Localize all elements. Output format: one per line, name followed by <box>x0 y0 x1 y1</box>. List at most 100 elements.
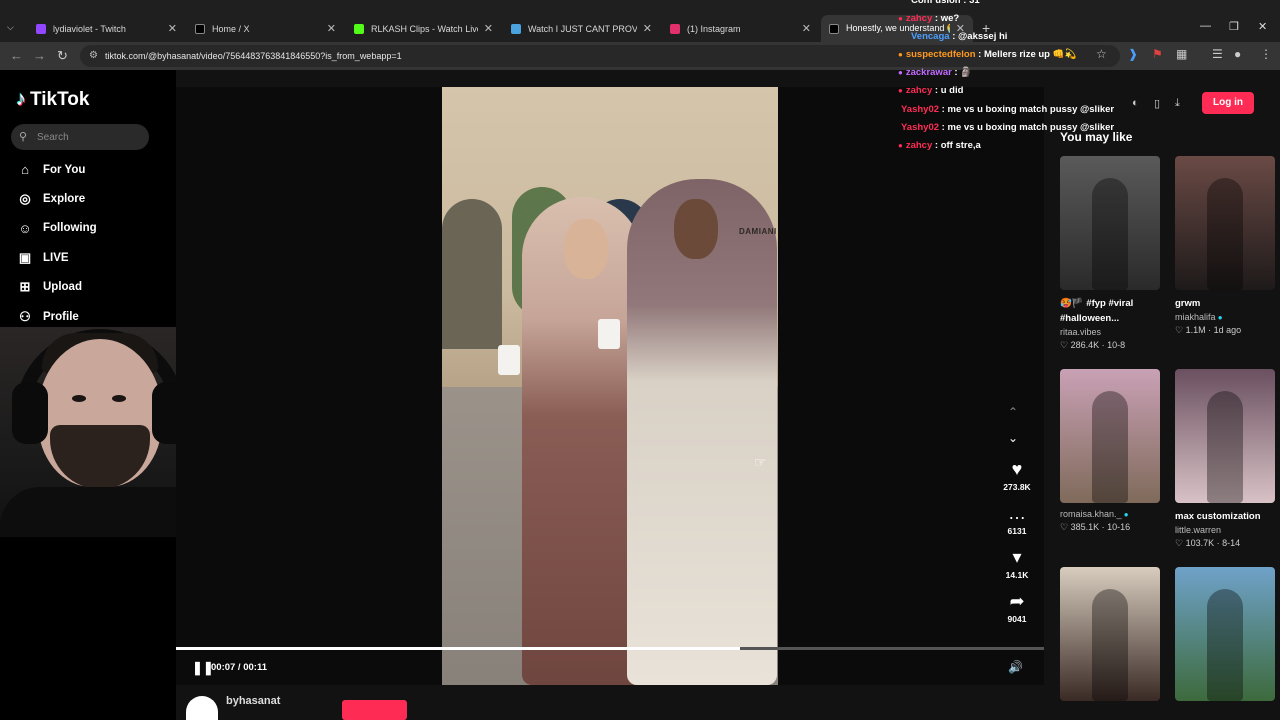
bookmark-icon[interactable]: ▾ <box>994 547 1040 567</box>
verified-badge-icon: ● <box>1215 313 1223 322</box>
extensions-puzzle-icon[interactable]: ▦ <box>1176 47 1187 61</box>
creator-username[interactable]: romaisa.khan._ ● <box>1060 509 1160 519</box>
profile-avatar-icon[interactable]: ● <box>1234 47 1241 61</box>
tab-close-icon[interactable]: ✕ <box>484 22 493 35</box>
heart-action[interactable]: ♥ 273.8K <box>994 459 1040 492</box>
video-meta: ♡ 103.7K · 8-14 <box>1175 538 1241 548</box>
author-name[interactable]: byhasanat <box>226 695 280 707</box>
chat-text: we? <box>940 13 960 24</box>
follow-button[interactable] <box>342 700 407 720</box>
site-info-icon[interactable]: ⚙ <box>89 50 98 61</box>
video-thumbnail[interactable] <box>1060 156 1160 290</box>
tiktok-page: ♪ TikTok ⚲ Search ⌂ For You ◎ Explore ☺ Follo… <box>0 70 1280 720</box>
comment-count: 6131 <box>1007 526 1027 536</box>
reading-list-icon[interactable]: ☰ <box>1212 47 1223 61</box>
recommended-video-card[interactable]: romaisa.khan._ ● ♡ 385.1K · 10-16 <box>1060 369 1160 533</box>
chat-badge-icon: ● <box>898 68 903 77</box>
author-avatar[interactable] <box>186 696 218 720</box>
person-icon: ☺ <box>18 220 32 236</box>
creator-username[interactable]: miakhalifa ● <box>1175 312 1275 322</box>
browser-tab-bar: ⌵ lydiaviolet - Twitch ✕ Home / X ✕ RLKASH C… <box>0 0 1280 42</box>
extension-icon[interactable]: ⚑ <box>1152 47 1163 61</box>
chat-badge-icon: ● <box>898 141 903 150</box>
video-thumbnail[interactable] <box>1175 567 1275 701</box>
close-window-icon[interactable]: ✕ <box>1258 20 1267 33</box>
creator-username[interactable]: ritaa.vibes <box>1060 327 1160 337</box>
heart-icon[interactable]: ♥ <box>994 459 1040 479</box>
share-action[interactable]: ➦ 9041 <box>994 591 1040 624</box>
comment-icon[interactable]: … <box>994 503 1040 523</box>
video-thumbnail[interactable] <box>1060 369 1160 503</box>
tiktok-note-icon: ♪ <box>16 88 26 110</box>
recommended-video-card[interactable]: grwm miakhalifa ● ♡ 1.1M · 1d ago <box>1175 156 1275 336</box>
logo-text: TikTok <box>30 88 90 110</box>
sidebar-item-profile[interactable]: ⚇ Profile <box>16 309 79 325</box>
next-video-icon[interactable]: ⌄ <box>1008 431 1018 445</box>
previous-video-icon[interactable]: ⌃ <box>1008 405 1018 419</box>
chat-text: @akssej hi <box>958 31 1008 42</box>
chat-badge-icon: ● <box>898 50 903 59</box>
progress-bar[interactable] <box>176 647 1044 650</box>
sidebar-item-upload[interactable]: ⊞ Upload <box>16 279 82 295</box>
browser-tab[interactable]: Home / X ✕ <box>187 15 344 42</box>
browser-tab[interactable]: Watch I JUST CANT PROVE IT | ✕ <box>503 15 660 42</box>
reload-icon[interactable]: ↻ <box>57 48 68 64</box>
video-thumbnail[interactable] <box>1060 567 1160 701</box>
video-frame[interactable]: DAMIANI <box>442 87 778 685</box>
browser-tab[interactable]: RLKASH Clips - Watch Live on K ✕ <box>346 15 501 42</box>
share-icon[interactable]: ➦ <box>994 591 1040 611</box>
video-caption[interactable]: max customization <box>1175 509 1275 524</box>
volume-icon[interactable]: 🔊 <box>1008 660 1023 674</box>
tiktok-logo[interactable]: ♪ TikTok <box>16 88 89 111</box>
recommended-video-card[interactable] <box>1175 567 1275 701</box>
share-count: 9041 <box>1007 614 1027 624</box>
video-player[interactable]: DAMIANI ⌃ ⌄ ♥ 273.8K… 6131 ▾ 14.1K ➦ 9041 ❚❚ 0… <box>176 87 1044 685</box>
menu-icon[interactable]: ⋮ <box>1260 47 1272 61</box>
recommended-video-card[interactable]: 🥵🏴 #fyp #viral #halloween... ritaa.vibes ♡… <box>1060 156 1160 351</box>
search-input[interactable]: ⚲ Search <box>11 124 149 150</box>
comment-action[interactable]: … 6131 <box>994 503 1040 536</box>
tab-close-icon[interactable]: ✕ <box>168 22 177 35</box>
restore-icon[interactable]: ❐ <box>1229 20 1239 33</box>
sidebar-item-label: LIVE <box>43 251 69 264</box>
verified-badge-icon: ● <box>1121 510 1129 519</box>
phone-icon[interactable]: ▯ <box>1154 97 1160 110</box>
chat-username: zahcy <box>905 13 933 24</box>
sidebar-item-for-you[interactable]: ⌂ For You <box>16 162 85 177</box>
login-button[interactable]: Log in <box>1202 92 1254 114</box>
tab-close-icon[interactable]: ✕ <box>802 22 811 35</box>
tab-search-icon[interactable]: ⌵ <box>7 22 14 33</box>
recommended-video-card[interactable] <box>1060 567 1160 701</box>
extension-icon[interactable]: ❱ <box>1128 47 1138 61</box>
chat-message: Vencaga : @akssej hi <box>911 31 1008 42</box>
back-icon[interactable]: ← <box>10 48 23 63</box>
video-thumbnail[interactable] <box>1175 369 1275 503</box>
video-caption[interactable]: 🥵🏴 #fyp #viral #halloween... <box>1060 296 1160 326</box>
video-thumbnail[interactable] <box>1175 156 1275 290</box>
search-icon: ⚲ <box>19 131 28 143</box>
live-icon: ▣ <box>18 249 32 265</box>
creator-username[interactable]: little.warren <box>1175 525 1275 535</box>
browser-tab[interactable]: (1) Instagram ✕ <box>662 15 819 42</box>
tab-close-icon[interactable]: ✕ <box>643 22 652 35</box>
download-icon[interactable]: ⤓ <box>1175 97 1180 110</box>
bookmark-action[interactable]: ▾ 14.1K <box>994 547 1040 580</box>
video-caption[interactable]: grwm <box>1175 296 1275 311</box>
sidebar-item-explore[interactable]: ◎ Explore <box>16 191 85 207</box>
tab-close-icon[interactable]: ✕ <box>327 22 336 35</box>
post-date: 8-14 <box>1222 538 1241 548</box>
coins-icon[interactable]: ◐ <box>1132 97 1139 109</box>
bookmark-star-icon[interactable]: ☆ <box>1096 47 1107 61</box>
sidebar-item-following[interactable]: ☺ Following <box>16 220 96 236</box>
like-count: 1.1M <box>1185 325 1206 335</box>
sidebar-item-live[interactable]: ▣ LIVE <box>16 250 69 266</box>
forward-icon[interactable]: → <box>33 48 46 63</box>
recommended-video-card[interactable]: max customization little.warren ♡ 103.7K ·… <box>1175 369 1275 549</box>
chat-username: suspectedfelon <box>905 49 976 60</box>
username-text: little.warren <box>1175 525 1222 535</box>
sidebar-item-label: Explore <box>43 193 86 206</box>
browser-toolbar: ← → ↻ ⚙ tiktok.com/@byhasanat/video/7564… <box>0 42 1280 70</box>
minimize-icon[interactable]: — <box>1200 20 1211 32</box>
heart-outline-icon: ♡ <box>1060 340 1071 350</box>
browser-tab[interactable]: lydiaviolet - Twitch ✕ <box>28 15 185 42</box>
